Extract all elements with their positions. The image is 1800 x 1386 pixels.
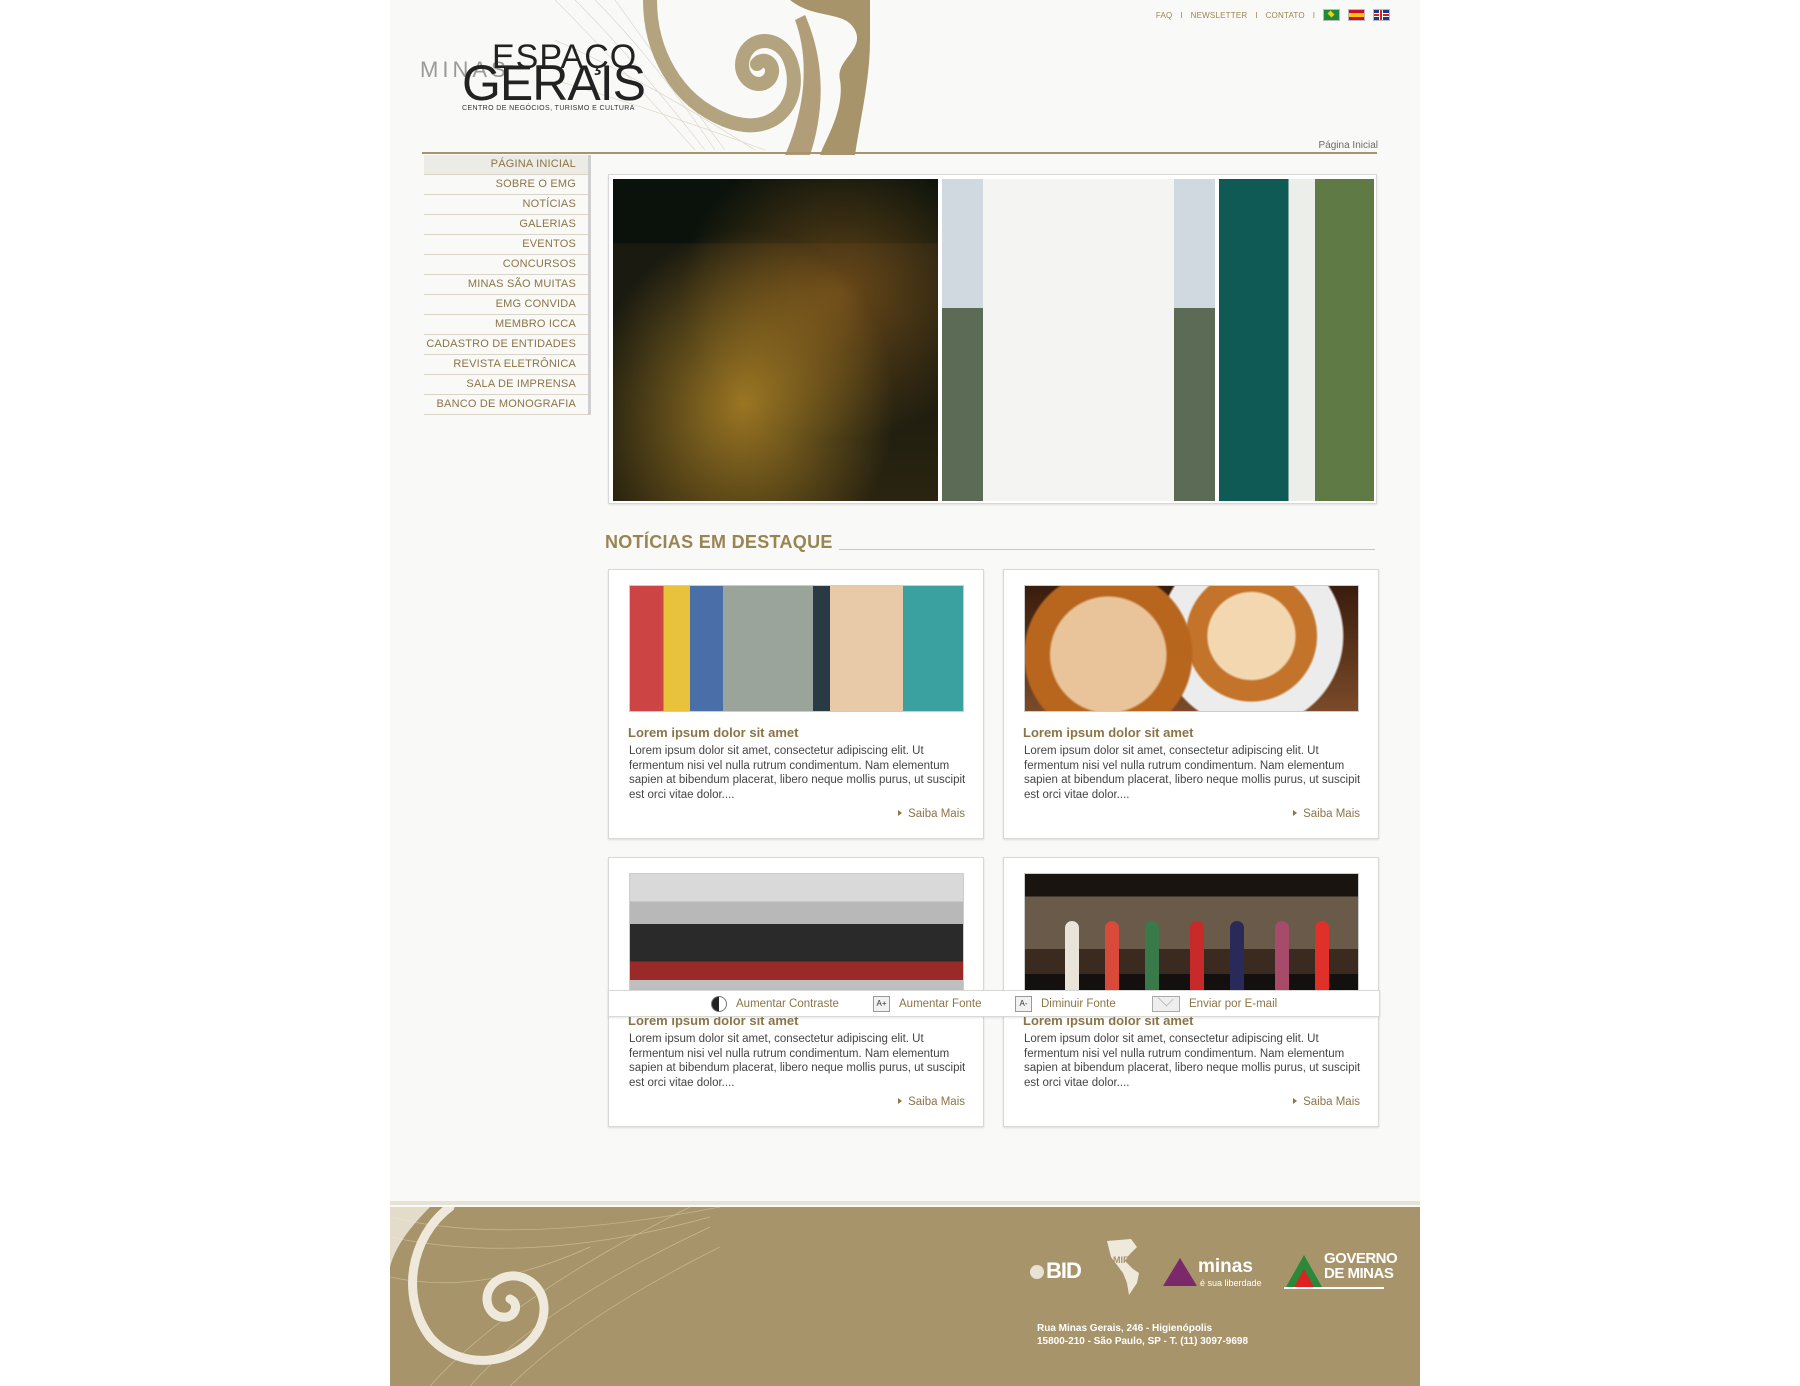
accessibility-toolbar: Aumentar Contraste A+ Aumentar Fonte A- … [608,990,1380,1017]
governo-line2: DE MINAS [1324,1265,1394,1282]
sidebar-nav: PÁGINA INICIAL SOBRE O EMG NOTÍCIAS GALE… [424,155,591,415]
runway-figure [1230,921,1244,991]
font-decrease-icon: A- [1015,996,1032,1012]
sidebar-item-eventos[interactable]: EVENTOS [424,235,588,255]
mif-logo[interactable]: MIF FUMIN [1103,1239,1160,1295]
page: MINAS ESPAÇO GERAIS CENTRO DE NEGÓCIOS, … [390,0,1420,1386]
news-title[interactable]: Lorem ipsum dolor sit amet [1023,725,1193,740]
news-title[interactable]: Lorem ipsum dolor sit amet [628,725,798,740]
contrast-icon [711,996,727,1012]
bid-logo-text: BID [1046,1258,1082,1283]
top-utility-bar: FAQ I NEWSLETTER I CONTATO I [1156,9,1390,21]
sidebar-item-revista-eletronica[interactable]: REVISTA ELETRÔNICA [424,355,588,375]
breadcrumb: Página Inicial [1318,140,1378,151]
site-logo[interactable]: MINAS ESPAÇO GERAIS CENTRO DE NEGÓCIOS, … [420,30,650,120]
uk-flag-icon[interactable] [1373,9,1390,21]
sidebar-item-concursos[interactable]: CONCURSOS [424,255,588,275]
brazil-flag-icon[interactable] [1323,9,1340,21]
diminuir-fonte-label: Diminuir Fonte [1041,998,1116,1010]
logo-underline [1284,1287,1384,1289]
sidebar-item-sala-de-imprensa[interactable]: SALA DE IMPRENSA [424,375,588,395]
runway-figure [1105,921,1119,991]
saiba-mais-link[interactable]: Saiba Mais [1293,1096,1360,1108]
news-excerpt: Lorem ipsum dolor sit amet, consectetur … [1024,745,1361,801]
saiba-mais-link[interactable]: Saiba Mais [1293,808,1360,820]
address-line-2: 15800-210 - São Paulo, SP - T. (11) 3097… [1037,1336,1249,1347]
address-line-1: Rua Minas Gerais, 246 - Higienópolis [1037,1323,1213,1334]
separator: I [1312,10,1315,20]
hero-glass-tower-photo [1219,179,1374,501]
header: MINAS ESPAÇO GERAIS CENTRO DE NEGÓCIOS, … [390,0,1420,155]
sidebar-item-cadastro-de-entidades[interactable]: CADASTRO DE ENTIDADES [424,335,588,355]
footer-divider [390,1201,1420,1205]
sidebar-item-pagina-inicial[interactable]: PÁGINA INICIAL [424,155,588,175]
aumentar-contraste-button[interactable]: Aumentar Contraste [711,996,839,1012]
news-card: Lorem ipsum dolor sit amet Lorem ipsum d… [608,569,984,839]
news-excerpt: Lorem ipsum dolor sit amet, consectetur … [629,1033,966,1089]
sidebar-item-minas-sao-muitas[interactable]: MINAS SÃO MUITAS [424,275,588,295]
enviar-por-email-button[interactable]: Enviar por E-mail [1152,996,1277,1012]
sidebar-item-emg-convida[interactable]: EMG CONVIDA [424,295,588,315]
faq-link[interactable]: FAQ [1156,11,1173,20]
partner-logos: BID MIF FUMIN minas é sua liberdade GOVE… [1030,1235,1400,1295]
globe-icon [1030,1265,1044,1279]
mif-logo-text: MIF FUMIN [1113,1255,1160,1265]
separator: I [1180,10,1183,20]
runway-figure [1065,921,1079,991]
sidebar-item-banco-de-monografia[interactable]: BANCO DE MONOGRAFIA [424,395,588,415]
footer-address: Rua Minas Gerais, 246 - Higienópolis 158… [1037,1322,1248,1348]
sidebar-item-noticias[interactable]: NOTÍCIAS [424,195,588,215]
news-thumbnail[interactable] [1024,873,1359,1000]
triangle-icon [1294,1269,1314,1287]
section-title-text: NOTÍCIAS EM DESTAQUE [605,532,839,553]
aumentar-fonte-label: Aumentar Fonte [899,998,982,1010]
contato-link[interactable]: CONTATO [1266,11,1305,20]
news-thumbnail[interactable] [1024,585,1359,712]
news-excerpt: Lorem ipsum dolor sit amet, consectetur … [629,745,966,801]
runway-figure [1275,921,1289,991]
newsletter-link[interactable]: NEWSLETTER [1191,11,1248,20]
saiba-mais-link[interactable]: Saiba Mais [898,1096,965,1108]
enviar-por-email-label: Enviar por E-mail [1189,998,1278,1010]
governo-logo-text: GOVERNO DE MINAS [1324,1251,1398,1282]
aumentar-contraste-label: Aumentar Contraste [736,998,839,1010]
saiba-mais-link[interactable]: Saiba Mais [898,808,965,820]
sidebar-item-sobre-o-emg[interactable]: SOBRE O EMG [424,175,588,195]
header-divider [422,152,1377,154]
news-thumbnail[interactable] [629,585,964,712]
runway-figure [1315,921,1329,991]
sidebar-item-galerias[interactable]: GALERIAS [424,215,588,235]
news-thumbnail[interactable] [629,873,964,1000]
governo-de-minas-logo[interactable]: GOVERNO DE MINAS [1284,1249,1398,1289]
font-increase-icon: A+ [873,996,890,1012]
runway-figure [1145,921,1159,991]
hero-banner[interactable] [608,174,1377,504]
spain-flag-icon[interactable] [1348,9,1365,21]
aumentar-fonte-button[interactable]: A+ Aumentar Fonte [873,996,981,1012]
minas-logo-tagline: é sua liberdade [1200,1278,1262,1288]
news-card: Lorem ipsum dolor sit amet Lorem ipsum d… [1003,569,1379,839]
spiral-ornament-icon [390,1207,720,1386]
bid-logo[interactable]: BID [1030,1258,1082,1284]
logo-gerais-text: GERAIS [462,55,646,111]
hero-city-night-photo [613,179,938,501]
minas-logo-text: minas [1198,1256,1253,1277]
section-heading: NOTÍCIAS EM DESTAQUE [605,532,1380,556]
diminuir-fonte-button[interactable]: A- Diminuir Fonte [1015,996,1116,1012]
envelope-icon [1152,996,1180,1012]
logo-tagline: CENTRO DE NEGÓCIOS, TURISMO E CULTURA [462,105,635,112]
hero-building-photo [942,179,1215,501]
footer: BID MIF FUMIN minas é sua liberdade GOVE… [390,1207,1420,1386]
americas-map-icon [1107,1239,1139,1295]
triangle-icon [1163,1258,1197,1286]
separator: I [1255,10,1258,20]
news-excerpt: Lorem ipsum dolor sit amet, consectetur … [1024,1033,1361,1089]
runway-figure [1190,921,1204,991]
sidebar-item-membro-icca[interactable]: MEMBRO ICCA [424,315,588,335]
